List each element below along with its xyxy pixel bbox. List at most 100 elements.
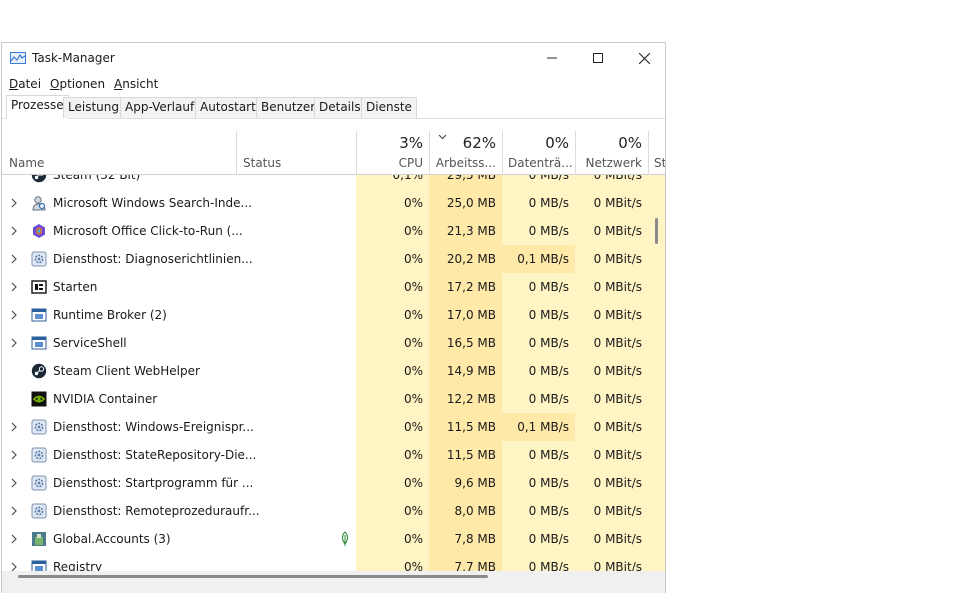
table-row[interactable]: NVIDIA Container 0% 12,2 MB 0 MB/s 0 MBi… [2,385,665,413]
network-value: 0 MBit/s [593,224,642,238]
column-header: Name Status 3% CPU 62% Arbeitss... 0% Da… [2,131,665,175]
table-row[interactable]: Diensthost: Remoteprozeduraufr... 0% 8,0… [2,497,665,525]
menu-ansicht[interactable]: Ansicht [114,77,158,91]
column-divider[interactable] [356,131,357,175]
chevron-right-icon[interactable] [10,505,18,517]
chevron-right-icon[interactable] [10,225,18,237]
column-cpu-percent[interactable]: 3% [362,134,423,152]
column-disk-percent[interactable]: 0% [508,134,569,152]
column-more[interactable]: St [654,156,665,170]
memory-value: 25,0 MB [446,196,496,210]
cpu-value: 0% [403,532,423,546]
column-divider[interactable] [502,131,503,175]
column-memory[interactable]: Arbeitss... [435,156,496,170]
process-name: Steam (32 Bit) [53,175,141,182]
network-value: 0 MBit/s [593,448,642,462]
network-value: 0 MBit/s [593,336,642,350]
table-row[interactable]: Steam (32 Bit) 0,1% 29,5 MB 0 MB/s 0 MBi… [2,175,665,189]
process-name: Diensthost: Windows-Ereignispr... [53,420,254,434]
cpu-value: 0% [403,504,423,518]
table-row[interactable]: Diensthost: Startprogramm für ... 0% 9,6… [2,469,665,497]
column-divider[interactable] [429,131,430,175]
close-button[interactable] [621,43,665,73]
table-row[interactable]: Diensthost: StateRepository-Die... 0% 11… [2,441,665,469]
chevron-right-icon[interactable] [10,281,18,293]
chevron-right-icon[interactable] [10,477,18,489]
more-heat-cell [648,189,665,217]
disk-value: 0 MB/s [528,336,569,350]
steam-icon [31,363,47,379]
tab-prozesse[interactable]: Prozesse [6,95,69,119]
tab-leistung[interactable]: Leistung [63,97,124,118]
table-row[interactable]: Diensthost: Windows-Ereignispr... 0% 11,… [2,413,665,441]
tab-dienste[interactable]: Dienste [361,97,417,118]
more-heat-cell [648,329,665,357]
memory-value: 29,5 MB [446,175,496,182]
chevron-right-icon[interactable] [10,421,18,433]
chevron-right-icon[interactable] [10,561,18,571]
column-divider[interactable] [648,131,649,175]
disk-value: 0 MB/s [528,364,569,378]
horizontal-scrollbar[interactable] [18,575,488,578]
chevron-right-icon[interactable] [10,337,18,349]
table-row[interactable]: Microsoft Windows Search-Inde... 0% 25,0… [2,189,665,217]
chevron-right-icon[interactable] [10,197,18,209]
minimize-button[interactable] [529,43,575,73]
column-disk[interactable]: Datenträ... [508,156,573,170]
column-divider[interactable] [575,131,576,175]
tab-autostart[interactable]: Autostart [195,97,261,118]
more-heat-cell [648,273,665,301]
menu-datei[interactable]: Datei [9,77,41,91]
disk-value: 0 MB/s [528,504,569,518]
disk-value: 0 MB/s [528,560,569,571]
office-icon [31,223,47,239]
more-heat-cell [648,245,665,273]
tab-benutzer[interactable]: Benutzer [256,97,321,118]
chevron-right-icon[interactable] [10,533,18,545]
memory-value: 7,8 MB [454,532,496,546]
column-memory-percent[interactable]: 62% [435,134,496,152]
column-network-percent[interactable]: 0% [581,134,642,152]
nvidia-icon [31,391,47,407]
efficiency-mode-leaf-icon [341,531,349,546]
table-row[interactable]: Runtime Broker (2) 0% 17,0 MB 0 MB/s 0 M… [2,301,665,329]
chevron-right-icon[interactable] [10,253,18,265]
window-title: Task-Manager [32,51,115,65]
more-heat-cell [648,413,665,441]
cpu-value: 0% [403,224,423,238]
column-cpu[interactable]: CPU [362,156,423,170]
column-divider[interactable] [236,131,237,175]
gear-icon [31,419,47,435]
menu-optionen[interactable]: Optionen [50,77,105,91]
tab-details[interactable]: Details [314,97,366,118]
process-name: Diensthost: Diagnoserichtlinien... [53,252,253,266]
column-status[interactable]: Status [243,156,281,170]
memory-value: 7,7 MB [454,560,496,571]
more-heat-cell [648,357,665,385]
table-row[interactable]: Microsoft Office Click-to-Run (... 0% 21… [2,217,665,245]
title-bar[interactable]: Task-Manager [2,43,665,73]
steam-icon [31,175,47,183]
table-row[interactable]: ServiceShell 0% 16,5 MB 0 MB/s 0 MBit/s [2,329,665,357]
maximize-button[interactable] [575,43,621,73]
cpu-value: 0% [403,252,423,266]
tab-app-verlauf[interactable]: App-Verlauf [120,97,200,118]
memory-value: 12,2 MB [446,392,496,406]
network-value: 0 MBit/s [593,252,642,266]
app-window-icon [31,307,47,323]
gear-icon [31,447,47,463]
table-row[interactable]: Starten 0% 17,2 MB 0 MB/s 0 MBit/s [2,273,665,301]
chevron-right-icon[interactable] [10,309,18,321]
column-network[interactable]: Netzwerk [581,156,642,170]
table-row[interactable]: Steam Client WebHelper 0% 14,9 MB 0 MB/s… [2,357,665,385]
column-name[interactable]: Name [9,156,44,170]
process-name: Microsoft Windows Search-Inde... [53,196,252,210]
table-row[interactable]: Registry 0% 7,7 MB 0 MB/s 0 MBit/s [2,553,665,571]
vertical-scrollbar[interactable] [655,218,658,244]
disk-value: 0 MB/s [528,476,569,490]
network-value: 0 MBit/s [593,476,642,490]
menu-optionen-label: ptionen [59,77,106,91]
chevron-right-icon[interactable] [10,449,18,461]
table-row[interactable]: Global.Accounts (3) 0% 7,8 MB 0 MB/s 0 M… [2,525,665,553]
table-row[interactable]: Diensthost: Diagnoserichtlinien... 0% 20… [2,245,665,273]
